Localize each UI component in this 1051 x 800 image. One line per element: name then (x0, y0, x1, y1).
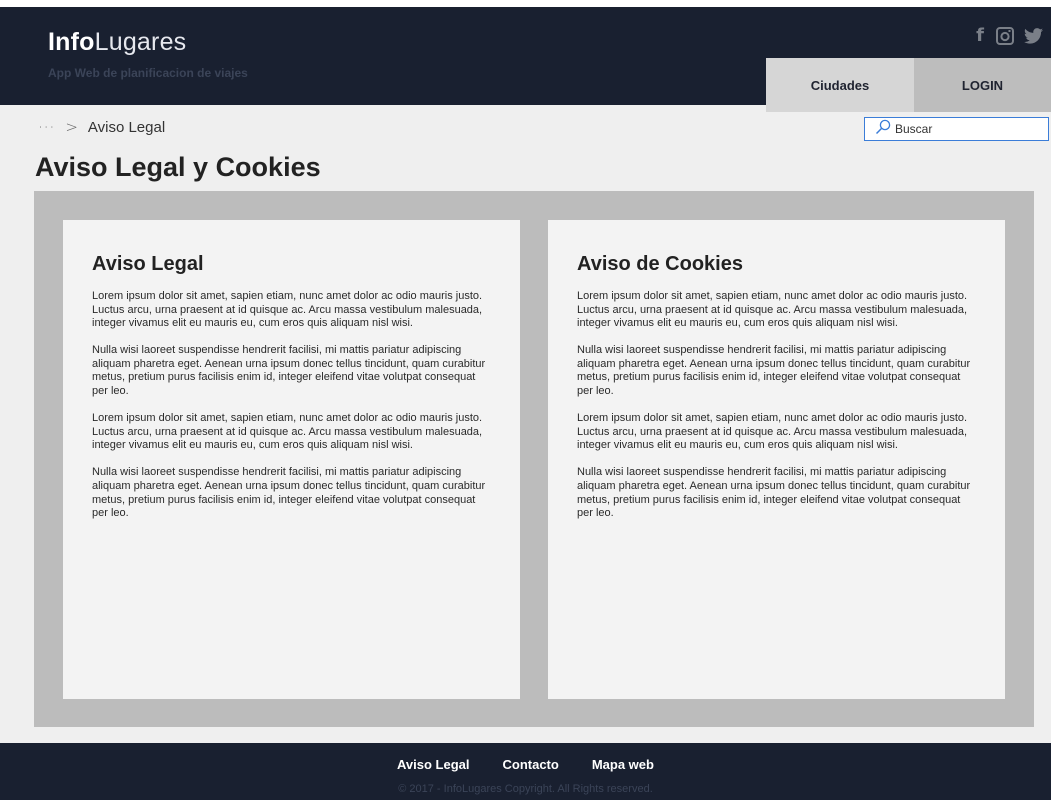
card-paragraph: Nulla wisi laoreet suspendisse hendrerit… (577, 344, 971, 398)
nav-tab-ciudades[interactable]: Ciudades (766, 58, 914, 112)
search-icon[interactable] (875, 119, 891, 140)
card-paragraph: Nulla wisi laoreet suspendisse hendrerit… (92, 344, 486, 398)
breadcrumb-current: Aviso Legal (87, 118, 166, 136)
facebook-icon[interactable]: f (974, 25, 986, 46)
logo-light-text: Lugares (94, 28, 187, 56)
footer-links: Aviso Legal Contacto Mapa web (0, 757, 1051, 772)
logo-bold-text: Info (48, 28, 95, 56)
breadcrumb-more-button[interactable]: ··· (38, 118, 55, 136)
copyright-text: © 2017 - InfoLugares Copyright. All Righ… (398, 783, 653, 795)
instagram-icon[interactable] (996, 26, 1014, 45)
site-footer: Aviso Legal Contacto Mapa web © 2017 - I… (0, 743, 1051, 800)
site-header: InfoLugares App Web de planificacion de … (0, 7, 1051, 112)
card-paragraph: Nulla wisi laoreet suspendisse hendrerit… (92, 466, 486, 520)
footer-link-aviso-legal[interactable]: Aviso Legal (397, 757, 469, 772)
card-paragraph: Lorem ipsum dolor sit amet, sapien etiam… (577, 290, 968, 330)
site-tagline: App Web de planificacion de viajes (48, 66, 248, 80)
card-paragraph: Lorem ipsum dolor sit amet, sapien etiam… (577, 412, 968, 452)
card-paragraph: Nulla wisi laoreet suspendisse hendrerit… (577, 466, 971, 520)
card-paragraph: Lorem ipsum dolor sit amet, sapien etiam… (92, 290, 483, 330)
card-title: Aviso Legal (92, 253, 204, 275)
site-logo[interactable]: InfoLugares (48, 28, 186, 57)
breadcrumb: ··· > Aviso Legal (38, 118, 165, 136)
search-input[interactable] (895, 122, 1035, 136)
nav-tab-login[interactable]: LOGIN (914, 58, 1051, 112)
breadcrumb-separator: > (65, 118, 78, 136)
search-box[interactable] (864, 117, 1049, 141)
cookies-notice-card: Aviso de Cookies Lorem ipsum dolor sit a… (548, 220, 1005, 699)
footer-link-contacto[interactable]: Contacto (503, 757, 559, 772)
content-panel: Aviso Legal Lorem ipsum dolor sit amet, … (34, 191, 1034, 727)
top-strip (0, 0, 1051, 7)
page-title: Aviso Legal y Cookies (35, 152, 321, 182)
footer-link-mapa-web[interactable]: Mapa web (592, 757, 654, 772)
legal-notice-card: Aviso Legal Lorem ipsum dolor sit amet, … (63, 220, 520, 699)
card-title: Aviso de Cookies (577, 253, 743, 275)
social-links: f (974, 25, 1043, 46)
card-paragraph: Lorem ipsum dolor sit amet, sapien etiam… (92, 412, 483, 452)
twitter-icon[interactable] (1024, 27, 1043, 44)
